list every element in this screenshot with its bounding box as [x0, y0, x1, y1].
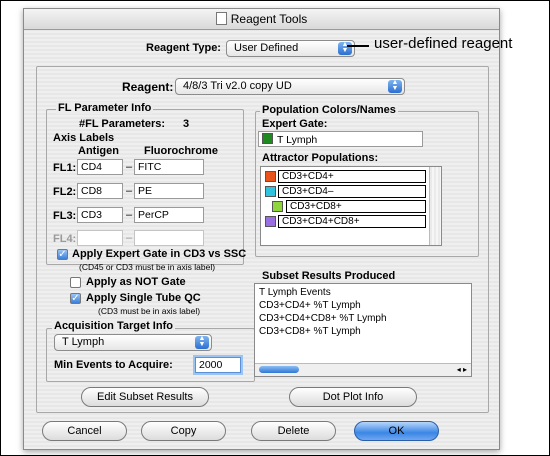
- attractor-scrollbar[interactable]: [429, 167, 441, 245]
- expert-gate-checkbox[interactable]: ✓: [57, 249, 68, 260]
- fl3-fluorochrome-field[interactable]: PerCP: [134, 207, 204, 223]
- fl1-label: FL1:: [53, 162, 77, 174]
- title-bar[interactable]: Reagent Tools: [24, 9, 499, 30]
- fl-count-value: 3: [183, 118, 190, 130]
- expert-gate-pop-label: Expert Gate:: [262, 118, 328, 130]
- fl3-antigen-field[interactable]: CD3: [77, 207, 123, 223]
- attractor-2-swatch[interactable]: [265, 186, 276, 197]
- acquisition-target-popup[interactable]: T Lymph ▲ ▼: [54, 334, 212, 351]
- popup-arrows-icon: ▲ ▼: [195, 335, 209, 349]
- subset-item[interactable]: CD3+CD4+CD8+ %T Lymph: [259, 312, 467, 325]
- dot-plot-info-button[interactable]: Dot Plot Info: [289, 387, 417, 407]
- edit-subset-results-button[interactable]: Edit Subset Results: [81, 387, 209, 407]
- fl2-dash: –: [126, 185, 133, 197]
- single-tube-note: (CD3 must be in axis label): [98, 306, 201, 316]
- attractor-1-name[interactable]: CD3+CD4+: [278, 170, 426, 183]
- scroll-arrows-icon[interactable]: ◂ ▸: [457, 364, 467, 375]
- fl4-label: FL4:: [53, 233, 77, 245]
- antigen-column-header: Antigen: [78, 145, 119, 157]
- callout-line: [347, 45, 369, 47]
- window-title: Reagent Tools: [230, 12, 308, 26]
- subset-list[interactable]: T Lymph Events CD3+CD4+ %T Lymph CD3+CD4…: [254, 283, 472, 377]
- min-events-field[interactable]: 2000: [195, 357, 241, 373]
- attractor-3-name[interactable]: CD3+CD8+: [286, 200, 426, 213]
- popup-arrows-icon: ▲ ▼: [388, 79, 402, 93]
- fl3-dash: –: [126, 209, 133, 221]
- fluorochrome-column-header: Fluorochrome: [144, 145, 218, 157]
- fl4-antigen-field: [77, 230, 123, 246]
- copy-button[interactable]: Copy: [141, 421, 226, 441]
- fl3-label: FL3:: [53, 210, 77, 222]
- not-gate-checkbox[interactable]: [70, 277, 81, 288]
- fl2-label: FL2:: [53, 186, 77, 198]
- not-gate-label: Apply as NOT Gate: [86, 276, 186, 288]
- subset-item[interactable]: CD3+CD4+ %T Lymph: [259, 299, 467, 312]
- cancel-button[interactable]: Cancel: [42, 421, 127, 441]
- reagent-label: Reagent:: [122, 80, 174, 94]
- axis-labels-heading: Axis Labels: [53, 132, 115, 144]
- fl1-antigen-field[interactable]: CD4: [77, 159, 123, 175]
- acquisition-title: Acquisition Target Info: [52, 320, 175, 332]
- reagent-type-popup[interactable]: User Defined ▲ ▼: [226, 40, 355, 57]
- expert-gate-note: (CD45 or CD3 must be in axis label): [79, 262, 216, 272]
- attractor-4-swatch[interactable]: [265, 216, 276, 227]
- fl2-fluorochrome-field[interactable]: PE: [134, 183, 204, 199]
- subset-item[interactable]: CD3+CD8+ %T Lymph: [259, 325, 467, 338]
- reagent-value: 4/8/3 Tri v2.0 copy UD: [183, 80, 292, 92]
- fl4-fluorochrome-field: [134, 230, 204, 246]
- popup-arrows-icon: ▲ ▼: [338, 41, 352, 55]
- scroll-thumb[interactable]: [259, 366, 299, 373]
- subset-horizontal-scrollbar[interactable]: ◂ ▸: [255, 363, 471, 376]
- expert-gate-color-swatch[interactable]: [262, 133, 273, 144]
- subset-title: Subset Results Produced: [262, 270, 396, 282]
- single-tube-label: Apply Single Tube QC: [86, 292, 201, 304]
- document-icon: [215, 12, 227, 25]
- expert-gate-label: Apply Expert Gate in CD3 vs SSC: [72, 248, 247, 260]
- delete-button[interactable]: Delete: [251, 421, 336, 441]
- single-tube-checkbox[interactable]: ✓: [70, 293, 81, 304]
- callout-label: user-defined reagent: [374, 35, 513, 52]
- attractor-3-swatch[interactable]: [272, 201, 283, 212]
- expert-gate-pop-field[interactable]: T Lymph: [258, 131, 423, 147]
- attractor-label: Attractor Populations:: [262, 152, 379, 164]
- attractor-4-name[interactable]: CD3+CD4+CD8+: [278, 215, 426, 228]
- reagent-type-value: User Defined: [234, 42, 299, 54]
- fl-parameter-title: FL Parameter Info: [56, 102, 154, 114]
- acquisition-target-value: T Lymph: [62, 336, 105, 348]
- reagent-type-label: Reagent Type:: [146, 42, 221, 54]
- attractor-2-name[interactable]: CD3+CD4–: [278, 185, 426, 198]
- fl1-fluorochrome-field[interactable]: FITC: [134, 159, 204, 175]
- population-title: Population Colors/Names: [260, 104, 398, 116]
- reagent-tools-window: Reagent Tools Reagent Type: User Defined…: [23, 8, 500, 450]
- fl-count-label: #FL Parameters:: [79, 118, 166, 130]
- subset-item[interactable]: T Lymph Events: [259, 286, 467, 299]
- fl2-antigen-field[interactable]: CD8: [77, 183, 123, 199]
- min-events-label: Min Events to Acquire:: [54, 359, 173, 371]
- expert-gate-pop-value: T Lymph: [277, 134, 318, 146]
- fl4-dash: –: [126, 232, 133, 244]
- fl1-dash: –: [126, 161, 133, 173]
- attractor-1-swatch[interactable]: [265, 171, 276, 182]
- ok-button[interactable]: OK: [354, 421, 439, 441]
- reagent-popup[interactable]: 4/8/3 Tri v2.0 copy UD ▲ ▼: [175, 78, 405, 95]
